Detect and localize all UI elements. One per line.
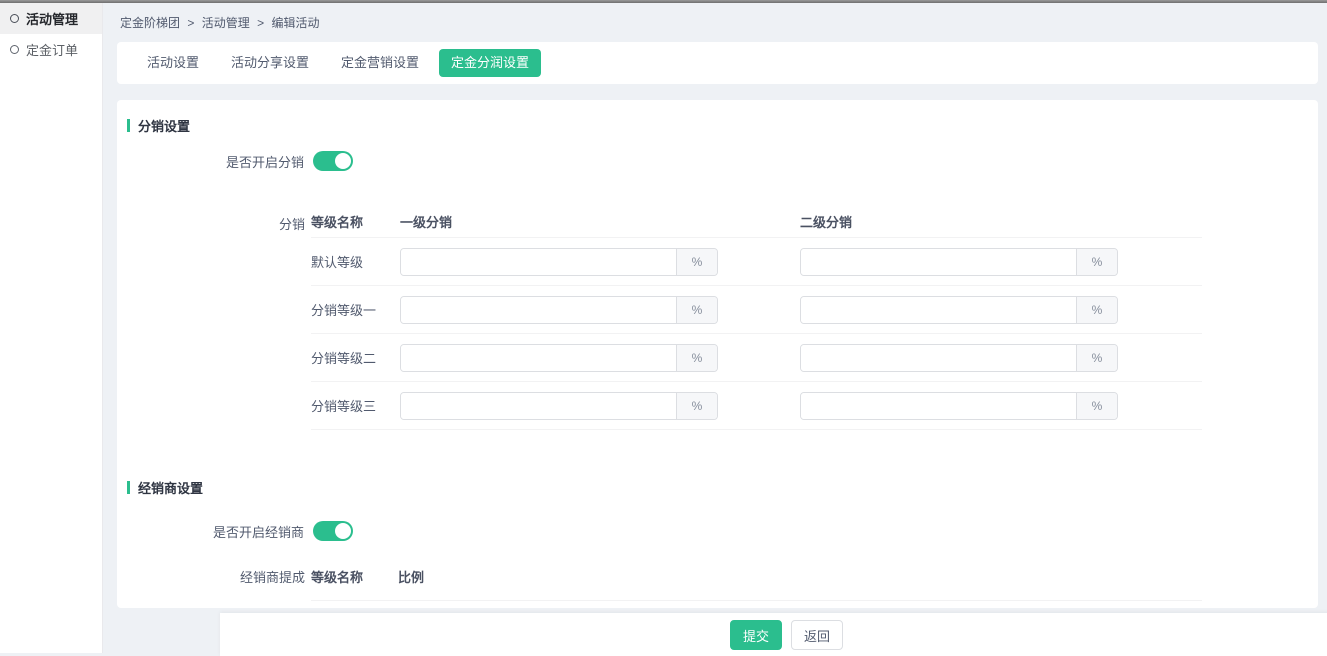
- column-header-level1: 一级分销: [400, 212, 800, 231]
- submit-button[interactable]: 提交: [730, 620, 782, 650]
- circle-bullet-icon: [10, 45, 19, 54]
- percent-suffix: %: [1076, 297, 1117, 323]
- sidebar-item-deposit-orders[interactable]: 定金订单: [0, 34, 102, 65]
- level1-percent-input[interactable]: [401, 345, 676, 371]
- column-header-level-name: 等级名称: [311, 212, 400, 231]
- column-header-level-name: 等级名称: [311, 567, 363, 586]
- distribution-table: 等级名称 一级分销 二级分销 默认等级 % % 分销等级一: [311, 205, 1202, 430]
- level1-percent-group: %: [400, 392, 718, 420]
- percent-suffix: %: [676, 345, 717, 371]
- level-name: 分销等级一: [311, 300, 400, 319]
- dealer-header-divider: [311, 600, 1202, 601]
- dealer-toggle-row: 是否开启经销商: [117, 521, 353, 541]
- dealer-section-title: 经销商设置: [127, 480, 203, 494]
- distribution-toggle-label: 是否开启分销: [117, 152, 313, 171]
- percent-suffix: %: [676, 297, 717, 323]
- percent-suffix: %: [676, 393, 717, 419]
- tabs-bar: 活动设置 活动分享设置 定金营销设置 定金分润设置: [117, 42, 1318, 84]
- level1-percent-input[interactable]: [401, 393, 676, 419]
- tab-activity-settings[interactable]: 活动设置: [135, 49, 211, 77]
- back-button[interactable]: 返回: [791, 620, 843, 650]
- percent-suffix: %: [1076, 393, 1117, 419]
- breadcrumb-separator: >: [257, 16, 264, 30]
- level2-percent-input[interactable]: [801, 393, 1076, 419]
- dealer-enable-toggle[interactable]: [313, 521, 353, 541]
- level-name: 分销等级二: [311, 348, 400, 367]
- tab-deposit-marketing-settings[interactable]: 定金营销设置: [329, 49, 431, 77]
- level-name: 默认等级: [311, 252, 400, 271]
- level2-percent-input[interactable]: [801, 345, 1076, 371]
- sidebar: 活动管理 定金订单: [0, 3, 103, 653]
- sidebar-item-activity-management[interactable]: 活动管理: [0, 3, 102, 34]
- level1-percent-group: %: [400, 296, 718, 324]
- breadcrumb: 定金阶梯团 > 活动管理 > 编辑活动: [120, 14, 319, 31]
- breadcrumb-separator: >: [187, 16, 194, 30]
- column-header-ratio: 比例: [398, 567, 424, 586]
- distribution-section-title: 分销设置: [127, 118, 190, 132]
- sidebar-item-label: 活动管理: [26, 9, 78, 28]
- distribution-table-label: 分销: [117, 214, 305, 233]
- breadcrumb-item[interactable]: 活动管理: [202, 16, 250, 30]
- table-row: 分销等级三 % %: [311, 382, 1202, 430]
- column-header-level2: 二级分销: [800, 212, 852, 231]
- tab-activity-share-settings[interactable]: 活动分享设置: [219, 49, 321, 77]
- dealer-toggle-label: 是否开启经销商: [117, 522, 313, 541]
- level2-percent-input[interactable]: [801, 297, 1076, 323]
- level-name: 分销等级三: [311, 396, 400, 415]
- table-row: 分销等级二 % %: [311, 334, 1202, 382]
- footer-action-bar: 提交 返回: [220, 613, 1327, 656]
- level1-percent-group: %: [400, 248, 718, 276]
- level2-percent-group: %: [800, 248, 1118, 276]
- distribution-enable-toggle[interactable]: [313, 151, 353, 171]
- percent-suffix: %: [1076, 249, 1117, 275]
- distribution-table-header: 等级名称 一级分销 二级分销: [311, 205, 1202, 238]
- level2-percent-group: %: [800, 296, 1118, 324]
- distribution-toggle-row: 是否开启分销: [117, 151, 353, 171]
- percent-suffix: %: [676, 249, 717, 275]
- table-row: 分销等级一 % %: [311, 286, 1202, 334]
- tab-deposit-profit-settings[interactable]: 定金分润设置: [439, 49, 541, 77]
- breadcrumb-item-current: 编辑活动: [271, 16, 319, 30]
- dealer-table-label: 经销商提成: [117, 567, 305, 586]
- level2-percent-group: %: [800, 344, 1118, 372]
- level1-percent-input[interactable]: [401, 297, 676, 323]
- settings-panel: 分销设置 是否开启分销 分销 等级名称 一级分销 二级分销 默认等级 %: [117, 100, 1318, 608]
- circle-bullet-icon: [10, 14, 19, 23]
- sidebar-item-label: 定金订单: [26, 40, 78, 59]
- level2-percent-group: %: [800, 392, 1118, 420]
- breadcrumb-item[interactable]: 定金阶梯团: [120, 16, 180, 30]
- section-accent-bar: [127, 481, 130, 494]
- main-area: 定金阶梯团 > 活动管理 > 编辑活动 活动设置 活动分享设置 定金营销设置 定…: [103, 3, 1327, 653]
- level2-percent-input[interactable]: [801, 249, 1076, 275]
- table-row: 默认等级 % %: [311, 238, 1202, 286]
- percent-suffix: %: [1076, 345, 1117, 371]
- level1-percent-group: %: [400, 344, 718, 372]
- section-accent-bar: [127, 119, 130, 132]
- level1-percent-input[interactable]: [401, 249, 676, 275]
